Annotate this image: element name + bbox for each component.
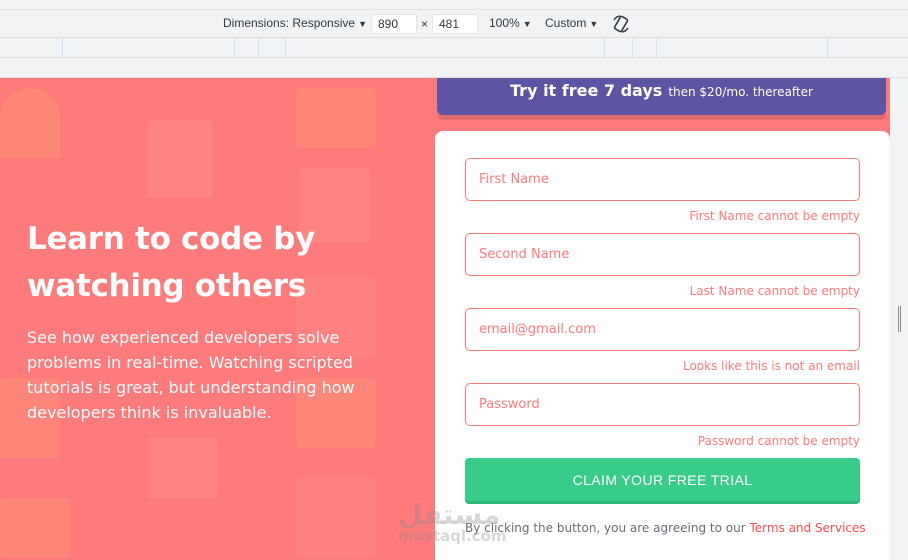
trial-banner-strong: Try it free 7 days [510,81,663,100]
password-input[interactable] [465,383,860,426]
rotate-icon[interactable] [611,14,631,34]
media-query-ruler [0,38,908,58]
password-error: Password cannot be empty [697,434,860,448]
caret-down-icon: ▼ [358,19,367,29]
zoom-dropdown[interactable]: 100% ▼ [489,16,532,30]
hero-description: See how experienced developers solve pro… [27,328,355,422]
dimensions-dropdown[interactable]: Dimensions: Responsive ▼ [223,16,367,30]
height-input[interactable] [432,14,478,34]
hero-title: Learn to code by watching others [27,221,316,304]
email-error: Looks like this is not an email [682,359,860,373]
throttle-label: Custom [545,16,587,30]
width-input[interactable] [371,14,417,34]
second-name-input[interactable] [465,233,860,276]
signup-form: First Name cannot be empty Last Name can… [435,131,890,560]
mostaql-watermark: مستقل mostaql.com [398,498,507,545]
terms-text: By clicking the button, you are agreeing… [465,521,875,535]
dimensions-label: Dimensions: Responsive [223,16,356,30]
second-name-error: Last Name cannot be empty [689,284,860,298]
email-input[interactable] [465,308,860,351]
device-toolbar: Dimensions: Responsive▼ × 100%▼ Custom▼ [0,10,908,38]
ruler-gap [0,58,908,78]
terms-prefix: By clicking the button, you are agreeing… [465,521,746,535]
browser-top-strip [0,0,908,10]
claim-trial-button[interactable]: CLAIM YOUR FREE TRIAL [465,458,860,501]
zoom-label: 100% [489,16,520,30]
times-sign: × [421,17,429,31]
terms-link[interactable]: Terms and Services [749,521,865,535]
resize-handle[interactable] [898,306,901,332]
caret-down-icon: ▼ [589,19,599,29]
watermark-latin: mostaql.com [398,527,507,545]
caret-down-icon: ▼ [522,19,532,29]
trial-banner: Try it free 7 days then $20/mo. thereafte… [437,78,886,115]
first-name-error: First Name cannot be empty [689,209,860,223]
trial-banner-rest: then $20/mo. thereafter [668,85,813,99]
throttle-dropdown[interactable]: Custom ▼ [545,16,598,30]
first-name-input[interactable] [465,158,860,201]
page-viewport: Learn to code by watching others See how… [0,78,890,560]
